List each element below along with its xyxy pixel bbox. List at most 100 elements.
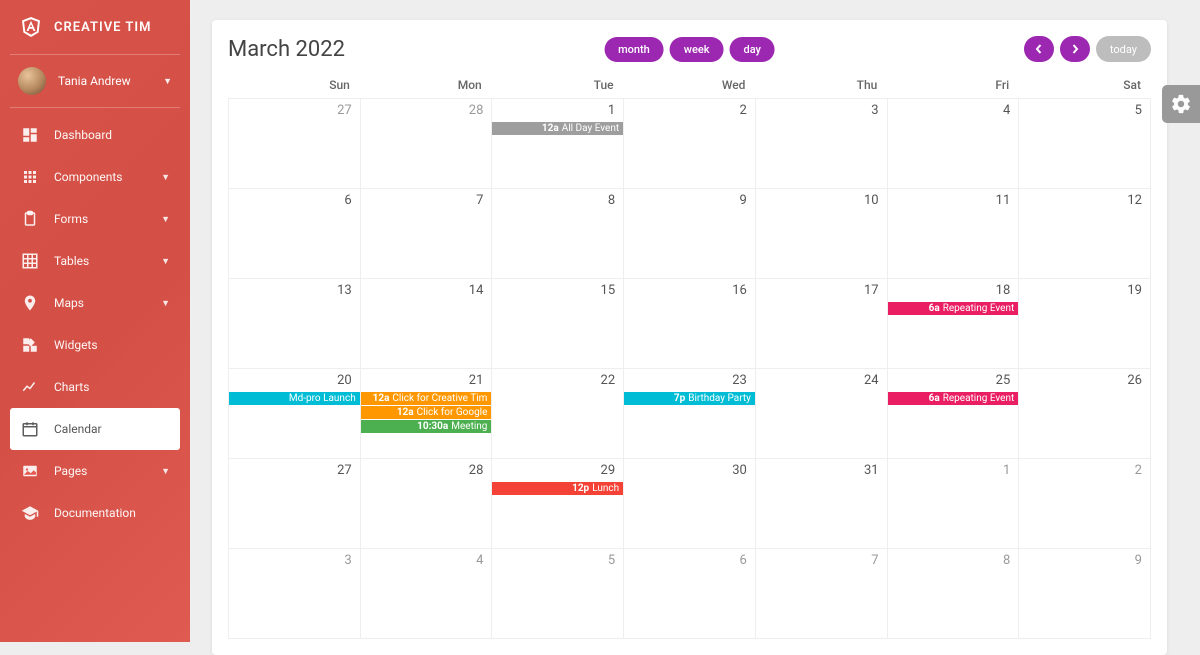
weekday-label: Sun bbox=[228, 72, 360, 98]
chevron-down-icon: ▼ bbox=[161, 214, 170, 225]
sidebar-item-label: Components bbox=[54, 170, 161, 184]
sidebar-item-widgets[interactable]: Widgets bbox=[10, 324, 180, 366]
calendar-event[interactable]: 10:30aMeeting bbox=[361, 420, 492, 433]
calendar-event[interactable]: 6aRepeating Event bbox=[888, 302, 1019, 315]
day-cell[interactable]: 13 bbox=[229, 279, 361, 369]
day-cell[interactable]: 7 bbox=[361, 189, 493, 279]
sidebar-item-calendar[interactable]: Calendar bbox=[10, 408, 180, 450]
day-cell[interactable]: 26 bbox=[1019, 369, 1151, 459]
day-cell[interactable]: 17 bbox=[756, 279, 888, 369]
day-cell[interactable]: 2 bbox=[1019, 459, 1151, 549]
day-cell[interactable]: 4 bbox=[361, 549, 493, 639]
calendar-event[interactable]: 12pLunch bbox=[492, 482, 623, 495]
sidebar-item-components[interactable]: Components▼ bbox=[10, 156, 180, 198]
day-number: 4 bbox=[476, 553, 483, 568]
sidebar-item-documentation[interactable]: Documentation bbox=[10, 492, 180, 534]
sidebar-item-tables[interactable]: Tables▼ bbox=[10, 240, 180, 282]
day-cell[interactable]: 5 bbox=[1019, 99, 1151, 189]
day-cell[interactable]: 9 bbox=[1019, 549, 1151, 639]
day-cell[interactable]: 8 bbox=[888, 549, 1020, 639]
calendar-event[interactable]: 12aClick for Creative Tim bbox=[361, 392, 492, 405]
angular-logo-icon bbox=[18, 14, 44, 40]
day-cell[interactable]: 8 bbox=[492, 189, 624, 279]
day-number: 12 bbox=[1127, 193, 1142, 208]
day-cell[interactable]: 6 bbox=[229, 189, 361, 279]
day-cell[interactable]: 28 bbox=[361, 459, 493, 549]
sidebar-item-forms[interactable]: Forms▼ bbox=[10, 198, 180, 240]
weekday-label: Wed bbox=[624, 72, 756, 98]
day-number: 5 bbox=[608, 553, 615, 568]
calendar-event[interactable]: 12aClick for Google bbox=[361, 406, 492, 419]
day-cell[interactable]: 21 12aClick for Creative Tim12aClick for … bbox=[361, 369, 493, 459]
day-number: 30 bbox=[732, 463, 747, 478]
day-cell[interactable]: 27 bbox=[229, 459, 361, 549]
calendar-icon bbox=[20, 419, 40, 439]
day-number: 17 bbox=[864, 283, 879, 298]
day-cell[interactable]: 12 bbox=[1019, 189, 1151, 279]
calendar-nav: today bbox=[1024, 36, 1151, 62]
sidebar-item-label: Widgets bbox=[54, 338, 170, 352]
apps-icon bbox=[20, 167, 40, 187]
next-button[interactable] bbox=[1060, 36, 1090, 62]
day-cell[interactable]: 112aAll Day Event bbox=[492, 99, 624, 189]
day-number: 7 bbox=[476, 193, 483, 208]
day-cell[interactable]: 256aRepeating Event bbox=[888, 369, 1020, 459]
day-number: 22 bbox=[601, 373, 616, 388]
image-icon bbox=[20, 461, 40, 481]
calendar-event[interactable]: 7pBirthday Party bbox=[624, 392, 755, 405]
today-button[interactable]: today bbox=[1096, 36, 1151, 62]
day-cell[interactable]: 15 bbox=[492, 279, 624, 369]
sidebar-item-pages[interactable]: Pages▼ bbox=[10, 450, 180, 492]
day-cell[interactable]: 30 bbox=[624, 459, 756, 549]
day-cell[interactable]: 10 bbox=[756, 189, 888, 279]
day-number: 14 bbox=[469, 283, 484, 298]
day-cell[interactable]: 237pBirthday Party bbox=[624, 369, 756, 459]
day-cell[interactable]: 5 bbox=[492, 549, 624, 639]
day-cell[interactable]: 2912pLunch bbox=[492, 459, 624, 549]
day-cell[interactable]: 16 bbox=[624, 279, 756, 369]
day-cell[interactable]: 27 bbox=[229, 99, 361, 189]
brand[interactable]: CREATIVE TIM bbox=[10, 0, 180, 55]
user-menu[interactable]: Tania Andrew ▼ bbox=[10, 55, 180, 108]
day-cell[interactable]: 186aRepeating Event bbox=[888, 279, 1020, 369]
day-cell[interactable]: 24 bbox=[756, 369, 888, 459]
sidebar-item-label: Calendar bbox=[54, 422, 170, 436]
view-switcher: month week day bbox=[604, 37, 775, 62]
day-cell[interactable]: 14 bbox=[361, 279, 493, 369]
day-number: 24 bbox=[864, 373, 879, 388]
day-number: 21 bbox=[469, 373, 484, 388]
calendar-panel: March 2022 month week day today SunMonTu… bbox=[212, 20, 1167, 655]
day-cell[interactable]: 11 bbox=[888, 189, 1020, 279]
prev-button[interactable] bbox=[1024, 36, 1054, 62]
settings-fab[interactable] bbox=[1162, 85, 1200, 123]
user-name: Tania Andrew bbox=[58, 74, 163, 88]
day-number: 7 bbox=[871, 553, 878, 568]
day-cell[interactable]: 28 bbox=[361, 99, 493, 189]
sidebar-item-label: Tables bbox=[54, 254, 161, 268]
gear-icon bbox=[1170, 93, 1192, 115]
day-cell[interactable]: 6 bbox=[624, 549, 756, 639]
view-month-button[interactable]: month bbox=[604, 37, 664, 62]
day-cell[interactable]: 7 bbox=[756, 549, 888, 639]
day-cell[interactable]: 2 bbox=[624, 99, 756, 189]
sidebar-item-dashboard[interactable]: Dashboard bbox=[10, 114, 180, 156]
day-number: 13 bbox=[337, 283, 352, 298]
day-cell[interactable]: 3 bbox=[756, 99, 888, 189]
day-cell[interactable]: 20Md-pro Launch bbox=[229, 369, 361, 459]
sidebar-item-maps[interactable]: Maps▼ bbox=[10, 282, 180, 324]
sidebar-item-label: Forms bbox=[54, 212, 161, 226]
view-week-button[interactable]: week bbox=[670, 37, 724, 62]
day-cell[interactable]: 4 bbox=[888, 99, 1020, 189]
day-cell[interactable]: 31 bbox=[756, 459, 888, 549]
calendar-event[interactable]: 6aRepeating Event bbox=[888, 392, 1019, 405]
day-cell[interactable]: 9 bbox=[624, 189, 756, 279]
calendar-event[interactable]: Md-pro Launch bbox=[229, 392, 360, 405]
day-cell[interactable]: 22 bbox=[492, 369, 624, 459]
day-cell[interactable]: 3 bbox=[229, 549, 361, 639]
view-day-button[interactable]: day bbox=[729, 37, 774, 62]
calendar-event[interactable]: 12aAll Day Event bbox=[492, 122, 623, 135]
sidebar-item-charts[interactable]: Charts bbox=[10, 366, 180, 408]
day-cell[interactable]: 19 bbox=[1019, 279, 1151, 369]
sidebar-item-label: Pages bbox=[54, 464, 161, 478]
day-cell[interactable]: 1 bbox=[888, 459, 1020, 549]
